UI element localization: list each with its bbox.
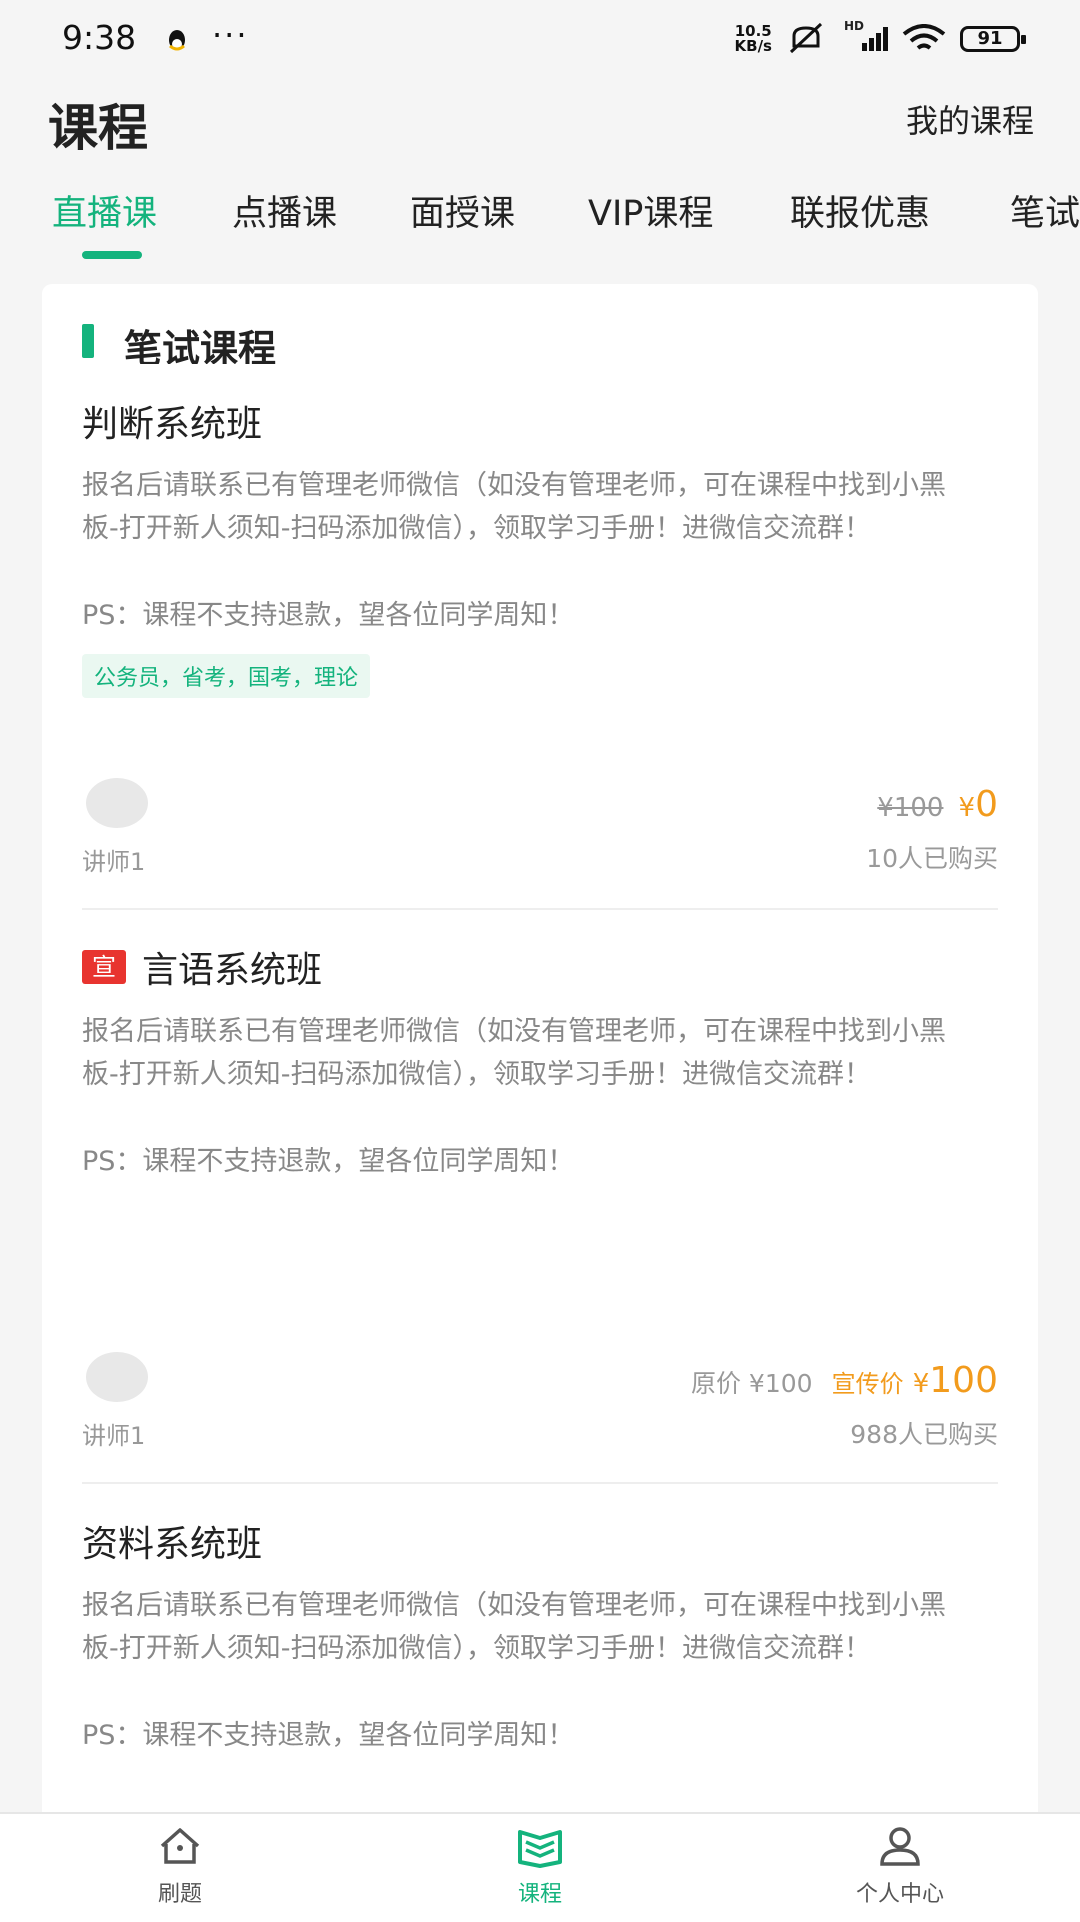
mute-icon: [789, 22, 823, 54]
course-ps-note: PS：课程不支持退款，望各位同学周知！: [82, 1720, 575, 1751]
wifi-icon: [902, 24, 946, 50]
promo-badge: 宣: [82, 950, 126, 984]
course-item[interactable]: 判断系统班 报名后请联系已有管理老师微信（如没有管理老师，可在课程中找到小黑板-…: [82, 396, 998, 698]
nav-courses[interactable]: 课程: [440, 1824, 640, 1908]
course-type-tabs: 直播课 点播课 面授课 VIP课程 联报优惠 笔试: [0, 185, 1080, 265]
battery-icon: 91: [960, 26, 1026, 52]
nav-label: 刷题: [157, 1882, 202, 1907]
signal-icon: HD: [840, 19, 888, 51]
person-icon: [880, 1827, 920, 1866]
course-list: 判断系统班 报名后请联系已有管理老师微信（如没有管理老师，可在课程中找到小黑板-…: [42, 364, 1038, 1814]
course-item[interactable]: 资料系统班 报名后请联系已有管理老师微信（如没有管理老师，可在课程中找到小黑板-…: [82, 1516, 998, 1752]
divider: [82, 908, 998, 910]
tab-face-to-face[interactable]: 面授课: [410, 185, 515, 236]
app-header: 课程 我的课程: [0, 80, 1080, 200]
teacher-name: 讲师1: [82, 848, 146, 876]
status-time: 9:38: [62, 18, 137, 57]
course-ps-note: PS：课程不支持退款，望各位同学周知！: [82, 600, 575, 631]
promo-price-label: 宣传价: [831, 1370, 904, 1398]
original-price: 原价 ¥100: [690, 1369, 813, 1398]
divider: [82, 1482, 998, 1484]
course-description: 报名后请联系已有管理老师微信（如没有管理老师，可在课程中找到小黑板-打开新人须知…: [82, 470, 946, 544]
buyer-count: 10人已购买: [866, 844, 998, 873]
teacher-name: 讲师1: [82, 1422, 146, 1450]
tab-bundle[interactable]: 联报优惠: [790, 185, 930, 236]
course-title: 资料系统班: [82, 1524, 263, 1565]
course-title: 判断系统班: [82, 404, 263, 445]
teacher-avatar: [86, 778, 148, 828]
nav-label: 个人中心: [855, 1882, 944, 1907]
active-tab-indicator: [82, 251, 142, 259]
nav-profile[interactable]: 个人中心: [800, 1824, 1000, 1908]
qq-icon: [169, 30, 185, 51]
course-description: 报名后请联系已有管理老师微信（如没有管理老师，可在课程中找到小黑板-打开新人须知…: [82, 1016, 946, 1090]
net-speed: 10.5 KB/s: [734, 22, 772, 55]
status-bar: 9:38 ··· 10.5 KB/s HD 91: [0, 0, 1080, 80]
section-header: 笔试课程: [42, 284, 1038, 371]
price-area: 原价 ¥100 宣传价 ¥100 988人已购买: [691, 1360, 998, 1451]
section-accent-bar: [82, 324, 94, 358]
course-title: 宣 言语系统班: [82, 942, 998, 992]
old-price: ¥100: [877, 793, 944, 823]
bottom-navigation: 刷题 课程 个人中心: [0, 1812, 1080, 1922]
buyer-count: 988人已购买: [850, 1420, 998, 1449]
current-price: ¥0: [958, 784, 998, 825]
nav-label: 课程: [517, 1882, 562, 1907]
current-price: ¥100: [912, 1360, 998, 1401]
book-icon: [518, 1830, 562, 1868]
tab-vip[interactable]: VIP课程: [588, 185, 713, 236]
tab-live[interactable]: 直播课: [52, 185, 157, 236]
my-courses-link[interactable]: 我的课程: [906, 96, 1034, 142]
course-tags: 公务员，省考，国考，理论: [82, 654, 371, 698]
nav-practice[interactable]: 刷题: [80, 1824, 280, 1908]
page-title: 课程: [48, 99, 148, 157]
more-notifications-icon: ···: [212, 16, 249, 54]
tab-written-exam[interactable]: 笔试: [1010, 185, 1080, 236]
teacher-avatar: [86, 1352, 148, 1402]
price-area: ¥100 ¥0 10人已购买: [866, 784, 998, 875]
home-icon: [160, 1828, 200, 1864]
course-description: 报名后请联系已有管理老师微信（如没有管理老师，可在课程中找到小黑板-打开新人须知…: [82, 1590, 946, 1664]
course-ps-note: PS：课程不支持退款，望各位同学周知！: [82, 1146, 575, 1177]
course-item[interactable]: 宣 言语系统班 报名后请联系已有管理老师微信（如没有管理老师，可在课程中找到小黑…: [82, 942, 998, 1178]
tab-on-demand[interactable]: 点播课: [232, 185, 337, 236]
